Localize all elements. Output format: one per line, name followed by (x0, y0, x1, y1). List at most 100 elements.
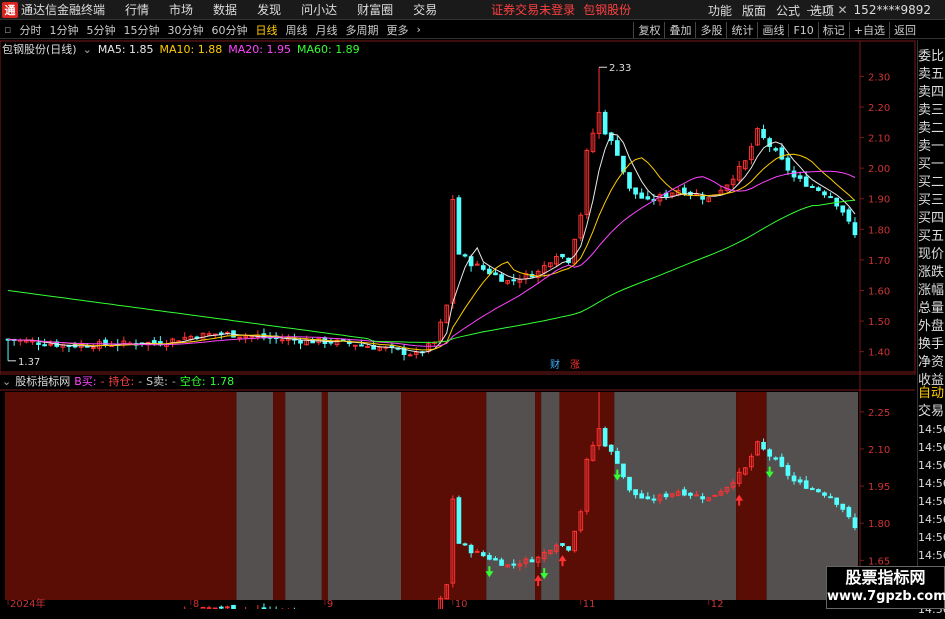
indicator-y-tick-label: 2.25 (868, 408, 890, 419)
menu-wealth-circle[interactable]: 财富圈 (347, 1, 403, 18)
indicator-candle (560, 543, 565, 546)
price-candle (840, 205, 846, 213)
toolbar-mark-button[interactable]: 标记 (817, 22, 849, 38)
menu-data[interactable]: 数据 (203, 1, 247, 18)
price-candle (487, 268, 492, 275)
indicator-candle (633, 489, 638, 496)
side-header-1[interactable]: 交易 (918, 403, 945, 421)
indicator-band-empty (614, 392, 737, 600)
price-candle (353, 344, 358, 347)
menu-formula[interactable]: 公式 (771, 2, 805, 19)
toolbar-f10-button[interactable]: F10 (788, 23, 817, 37)
maximize-icon[interactable]: □ (820, 3, 835, 17)
quote-side-panel: 委比 卖五 卖四 卖三 卖二 卖一 买一 买二 买三 买四 买五 现价 涨跌 涨幅 总量 外盘 换手 净资 收益 自… (917, 40, 945, 616)
menu-trade[interactable]: 交易 (403, 1, 447, 18)
toolbar-overlay-button[interactable]: 叠加 (664, 22, 695, 38)
side-header-0[interactable]: 自动 (918, 385, 945, 403)
indicator-y-tick-label: 1.95 (868, 482, 890, 493)
ma60-legend: MA60: 1.89 (296, 42, 360, 56)
side-time-1: 14:56 (918, 441, 945, 454)
app-title: 通达信金融终端 (21, 3, 106, 17)
toolbar-back-button[interactable]: 返回 (889, 22, 920, 38)
indicator-candle (468, 544, 474, 554)
period-tab-multi[interactable]: 多周期 (341, 22, 382, 38)
side-time-5: 14:56 (918, 513, 945, 526)
period-tab-monthly[interactable]: 月线 (311, 22, 341, 38)
period-tab-5min[interactable]: 5分钟 (82, 22, 119, 38)
y-tick-label: 1.80 (868, 225, 890, 236)
period-tab-daily[interactable]: 日线 (251, 22, 281, 38)
account-id[interactable]: 152****9892 (854, 0, 931, 20)
price-candle (773, 148, 779, 151)
event-marker-1: 涨 (570, 359, 580, 371)
indicator-band-hold (321, 392, 328, 600)
indicator-candle (218, 606, 224, 609)
menu-ask-xiaoda[interactable]: 问小达 (291, 1, 347, 18)
indicator-candle (779, 456, 785, 467)
trade-login-notice[interactable]: 证券交易未登录 (487, 1, 579, 18)
indicator-candle (852, 517, 858, 529)
indicator-candle (639, 493, 645, 499)
menu-discover[interactable]: 发现 (247, 1, 291, 18)
indicator-name[interactable]: 股标指标网 (15, 373, 70, 389)
indicator-candle (474, 550, 480, 553)
price-candle (456, 197, 462, 255)
menu-market[interactable]: 市场 (159, 1, 203, 18)
hold-dash: - (138, 374, 143, 388)
chevron-right-icon[interactable]: › (412, 23, 424, 36)
price-candle (36, 342, 41, 345)
indicator-candle (615, 450, 620, 464)
hold-label: 持仓: (108, 375, 135, 388)
side-label-11: 现价 (918, 247, 945, 262)
indicator-candle (511, 563, 517, 566)
ma10-line (7, 153, 856, 351)
indicator-y-tick-label: 2.10 (868, 445, 890, 456)
toolbar-adjust-button[interactable]: 复权 (633, 22, 664, 38)
dropdown-icon[interactable]: ⌄ (83, 43, 92, 56)
sell-label: S卖: (146, 375, 168, 388)
indicator-band-empty (236, 392, 274, 600)
watermark: 股票指标网 www.7gpzb.com (826, 566, 945, 609)
sell-dash: - (171, 374, 176, 388)
indicator-candle (529, 559, 535, 563)
period-tab-more[interactable]: 更多 (382, 22, 412, 38)
period-tab-weekly[interactable]: 周线 (281, 22, 311, 38)
empty-label: 空仓: (179, 375, 206, 388)
minimize-icon[interactable]: — (805, 3, 820, 17)
event-marker-0: 财 (550, 358, 560, 371)
watermark-url: www.7gpzb.com (827, 589, 945, 604)
indicator-candle (225, 606, 230, 609)
y-tick-label: 1.60 (868, 286, 890, 297)
toolbar-draw-button[interactable]: 画线 (757, 22, 788, 38)
toolbar-multi-stock-button[interactable]: 多股 (695, 22, 726, 38)
period-tab-30min[interactable]: 30分钟 (163, 22, 207, 38)
period-tab-1min[interactable]: 1分钟 (45, 22, 82, 38)
price-candle (645, 196, 651, 200)
side-label-3: 卖三 (918, 103, 945, 118)
x-tick-label: 2024年 (10, 597, 45, 609)
y-tick-label: 2.00 (868, 164, 890, 175)
price-candle (493, 272, 498, 276)
period-tab-intraday[interactable]: 分时 (15, 22, 45, 38)
toolbar-stats-button[interactable]: 统计 (726, 22, 757, 38)
kline-chart-area[interactable]: 2.30 2.20 2.10 2.00 1.90 1.80 1.70 1.60 1.50 1.40… (0, 40, 916, 609)
close-icon[interactable]: ✕ (835, 3, 850, 17)
menu-market-quotes[interactable]: 行情 (115, 1, 159, 18)
period-tab-15min[interactable]: 15分钟 (119, 22, 163, 38)
menu-box-icon[interactable]: ▫ (0, 23, 15, 36)
side-label-4: 卖二 (918, 121, 945, 136)
price-candle (462, 254, 468, 257)
buy-dash: - (100, 374, 105, 388)
menu-function[interactable]: 功能 (703, 2, 737, 19)
toolbar-add-watch-button[interactable]: +自选 (848, 22, 889, 38)
price-candle (407, 354, 413, 357)
indicator-candle (846, 507, 852, 518)
indicator-dropdown-icon[interactable]: ⌄ (2, 375, 11, 388)
y-tick-label: 1.40 (868, 348, 890, 359)
indicator-candle (773, 457, 779, 460)
stock-label[interactable]: 包钢股份(日线) (2, 41, 77, 57)
period-tab-60min[interactable]: 60分钟 (207, 22, 251, 38)
indicator-band-hold (736, 392, 767, 600)
menu-layout[interactable]: 版面 (737, 2, 771, 19)
indicator-band-hold (401, 392, 487, 600)
